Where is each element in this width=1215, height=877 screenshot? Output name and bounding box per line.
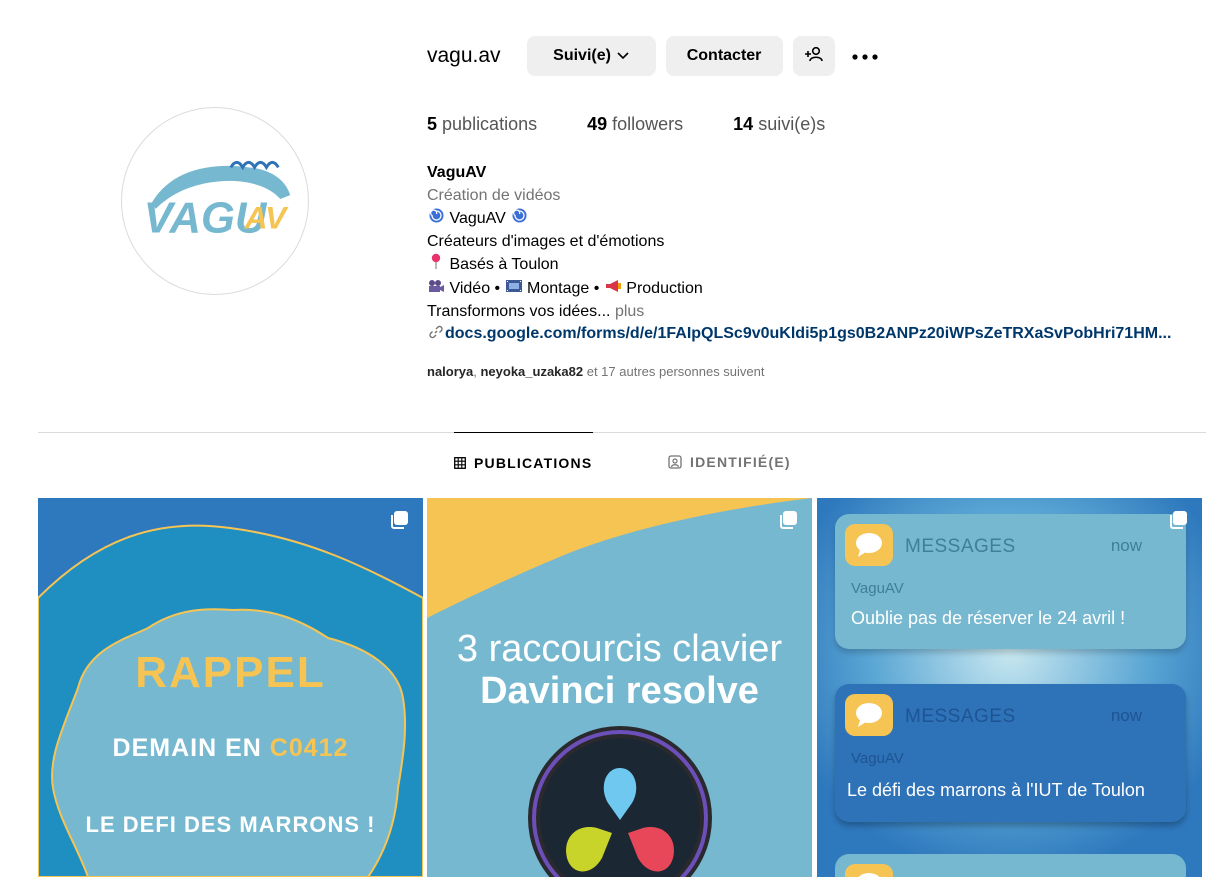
notification-message: Oublie pas de réserver le 24 avril ! bbox=[851, 608, 1126, 628]
following-stat[interactable]: 14 suivi(e)s bbox=[733, 114, 825, 135]
bio-line4-montage: Montage • bbox=[527, 279, 600, 297]
contact-button[interactable]: Contacter bbox=[665, 36, 783, 76]
bio-link-text: docs.google.com/forms/d/e/1FAIpQLSc9v0uK… bbox=[445, 325, 1172, 343]
carousel-icon bbox=[778, 510, 798, 530]
link-icon bbox=[427, 323, 445, 346]
followed-by[interactable]: nalorya, neyoka_uzaka82 et 17 autres per… bbox=[427, 364, 1215, 379]
post-title: 3 raccourcis clavier Davinci resolve bbox=[427, 628, 812, 712]
grid-icon bbox=[454, 456, 466, 469]
notification-app: MESSAGES bbox=[905, 706, 1016, 727]
followed-by-user[interactable]: nalorya bbox=[427, 364, 473, 379]
posts-label: publications bbox=[442, 114, 538, 134]
tab-publications[interactable]: PUBLICATIONS bbox=[454, 432, 593, 492]
message-bubble-icon bbox=[845, 694, 893, 736]
post-line-text: DEMAIN EN bbox=[112, 734, 270, 762]
post-line: LE DEFI DES MARRONS ! bbox=[85, 812, 376, 837]
posts-count: 5 bbox=[427, 114, 438, 134]
more-options-icon bbox=[851, 47, 878, 65]
followed-by-rest: et 17 autres personnes suivent bbox=[583, 363, 765, 379]
profile-header-row: vagu.av Suivi(e) Contacter bbox=[427, 36, 1215, 76]
suggest-users-button[interactable] bbox=[792, 36, 835, 76]
bio-line5: Transformons vos idées... bbox=[427, 302, 611, 320]
bio-line3: Basés à Toulon bbox=[449, 256, 559, 274]
cyclone-icon bbox=[427, 207, 445, 230]
post-room-code: C0412 bbox=[269, 734, 349, 762]
message-bubble-icon bbox=[845, 864, 893, 877]
bio-line: Basés à Toulon bbox=[427, 253, 1215, 277]
notification-sender: VaguAV bbox=[851, 580, 904, 597]
cyclone-icon bbox=[510, 207, 528, 230]
notification-app: MESSAGES bbox=[905, 536, 1016, 557]
notification-time: now bbox=[1110, 536, 1142, 555]
following-count: 14 bbox=[733, 114, 754, 134]
post-title-line1: 3 raccourcis clavier bbox=[456, 628, 783, 670]
followed-by-user[interactable]: neyoka_uzaka82 bbox=[480, 364, 583, 379]
bio-external-link[interactable]: docs.google.com/forms/d/e/1FAIpQLSc9v0uK… bbox=[427, 323, 1215, 346]
post-line: DEMAIN EN C0412 bbox=[38, 734, 423, 763]
contact-button-label: Contacter bbox=[686, 47, 762, 64]
post-thumbnail[interactable]: MESSAGES now VaguAV Oublie pas de réserv… bbox=[817, 498, 1202, 877]
notification-message: Le défi des marrons à l'IUT de Toulon bbox=[847, 780, 1145, 800]
notification-time: now bbox=[1110, 706, 1142, 725]
tab-tagged-label: IDENTIFIÉ(E) bbox=[690, 454, 791, 470]
tab-publications-label: PUBLICATIONS bbox=[474, 454, 593, 471]
bio-line2: Créateurs d'images et d'émotions bbox=[427, 232, 665, 250]
tab-tagged[interactable]: IDENTIFIÉ(E) bbox=[668, 432, 791, 492]
notification-card: MESSAGES now VaguAV Le défi des marrons … bbox=[835, 684, 1186, 822]
notification-card: MESSAGES now VaguAV Oublie pas de réserv… bbox=[835, 514, 1186, 649]
posts-stat: 5 publications bbox=[427, 114, 537, 135]
bio-line: Vidéo • Montage • Production bbox=[427, 277, 1215, 301]
pin-icon bbox=[427, 253, 445, 276]
bio-line: VaguAV bbox=[427, 207, 1215, 231]
profile-bio: VaguAV Création de vidéos VaguAV Créateu… bbox=[427, 162, 1215, 346]
film-frames-icon bbox=[505, 277, 523, 300]
carousel-icon bbox=[389, 510, 409, 530]
post-title-line2: Davinci resolve bbox=[480, 670, 759, 712]
tabs-divider bbox=[38, 432, 1206, 433]
following-label: suivi(e)s bbox=[758, 114, 826, 134]
megaphone-icon bbox=[604, 277, 622, 300]
username: vagu.av bbox=[427, 44, 501, 67]
followers-stat[interactable]: 49 followers bbox=[587, 114, 683, 135]
video-camera-icon bbox=[427, 277, 445, 300]
profile-avatar[interactable]: VAGU AV bbox=[121, 107, 309, 295]
post-thumbnail[interactable]: 3 raccourcis clavier Davinci resolve bbox=[427, 498, 812, 877]
profile-stats: 5 publications 49 followers 14 suivi(e)s bbox=[427, 114, 1215, 135]
svg-text:AV: AV bbox=[244, 200, 290, 236]
bio-line: Transformons vos idées... plus bbox=[427, 301, 1215, 324]
chevron-down-icon bbox=[617, 47, 629, 65]
add-user-icon bbox=[804, 46, 824, 67]
vaguav-logo: VAGU AV bbox=[144, 160, 291, 243]
post-title: RAPPEL bbox=[135, 648, 326, 697]
bio-category: Création de vidéos bbox=[427, 186, 561, 204]
message-bubble-icon bbox=[845, 524, 893, 566]
notification-card bbox=[835, 854, 1186, 877]
carousel-icon bbox=[1168, 510, 1188, 530]
followers-label: followers bbox=[612, 114, 684, 134]
bio-line4-video: Vidéo • bbox=[449, 279, 501, 297]
bio-line4-production: Production bbox=[626, 279, 703, 297]
bio-more-link[interactable]: plus bbox=[615, 303, 644, 320]
following-button[interactable]: Suivi(e) bbox=[526, 36, 656, 76]
post-thumbnail[interactable]: RAPPEL DEMAIN EN C0412 LE DEFI DES MARRO… bbox=[38, 498, 423, 877]
profile-info: vagu.av Suivi(e) Contacter 5 publication… bbox=[427, 36, 1215, 379]
bio-name: VaguAV bbox=[427, 164, 487, 181]
tagged-user-icon bbox=[668, 455, 682, 469]
notification-sender: VaguAV bbox=[851, 750, 904, 767]
followers-count: 49 bbox=[587, 114, 608, 134]
bio-line1: VaguAV bbox=[449, 210, 506, 228]
following-button-label: Suivi(e) bbox=[553, 47, 611, 64]
more-options-button[interactable] bbox=[845, 36, 885, 76]
